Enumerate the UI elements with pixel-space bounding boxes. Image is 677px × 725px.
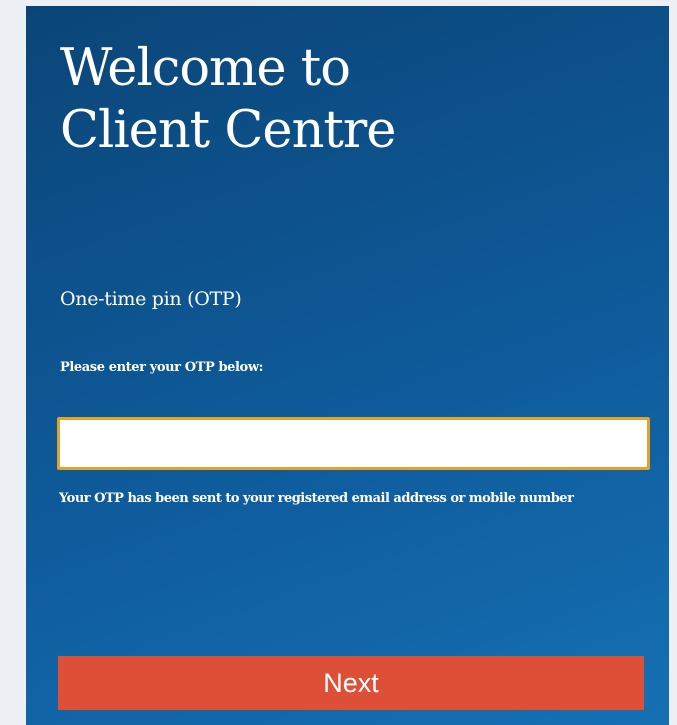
otp-prompt-label: Please enter your OTP below:	[60, 360, 264, 375]
title-line-2: Client Centre	[60, 101, 396, 160]
login-panel: Welcome to Client Centre One-time pin (O…	[26, 6, 669, 725]
otp-hint-text: Your OTP has been sent to your registere…	[59, 491, 574, 506]
otp-heading: One-time pin (OTP)	[60, 288, 242, 310]
next-button[interactable]: Next	[58, 656, 644, 710]
page-title: Welcome to Client Centre	[60, 38, 620, 162]
otp-input[interactable]	[57, 417, 650, 470]
title-line-1: Welcome to	[60, 39, 351, 98]
